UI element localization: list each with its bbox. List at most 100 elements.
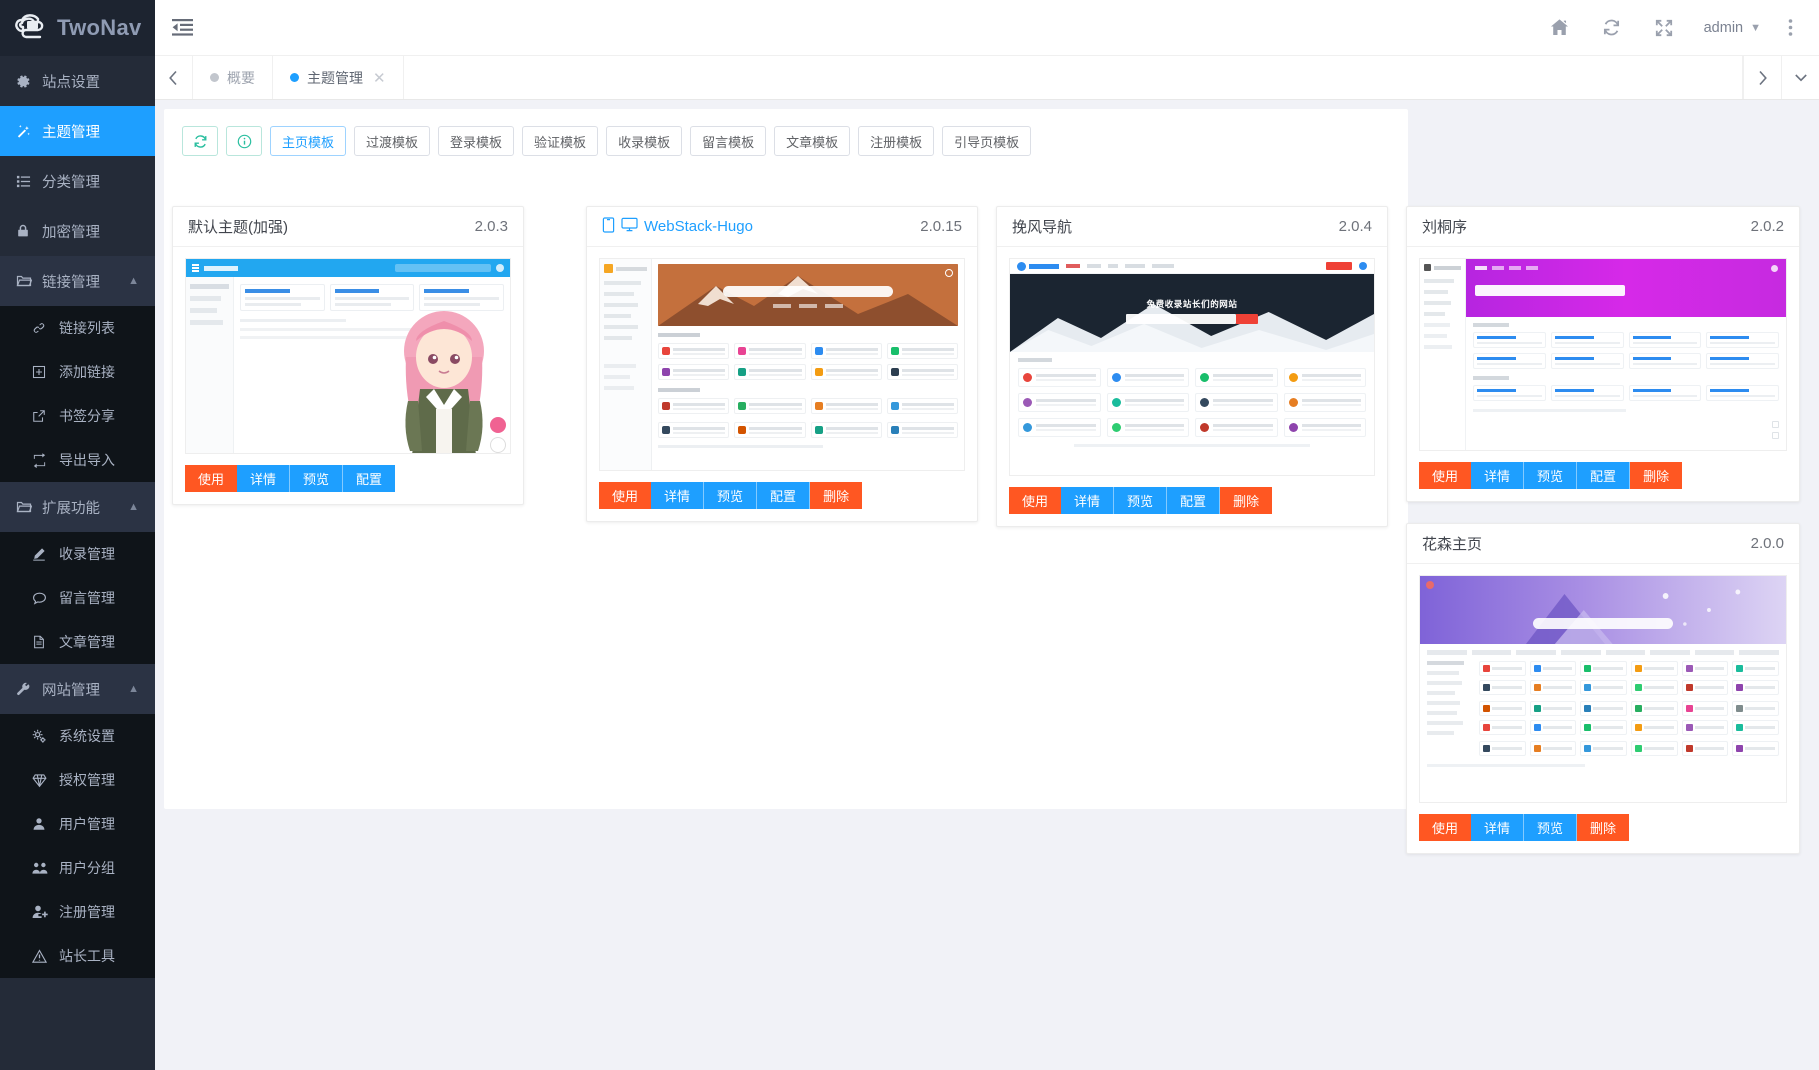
refresh-icon[interactable] <box>1586 0 1638 56</box>
theme-config-button[interactable]: 配置 <box>343 465 396 492</box>
filter-article-template[interactable]: 文章模板 <box>774 126 851 156</box>
admin-user-menu[interactable]: admin ▼ <box>1690 0 1775 56</box>
theme-use-button[interactable]: 使用 <box>185 465 238 492</box>
brand-logo-area[interactable]: TwoNav <box>0 0 155 56</box>
sidebar-item-site-settings[interactable]: 站点设置 <box>0 56 155 106</box>
theme-details-button[interactable]: 详情 <box>651 482 705 509</box>
theme-thumbnail[interactable]: 免费收录站长们的网站 <box>1009 258 1375 476</box>
theme-details-button[interactable]: 详情 <box>1471 462 1525 489</box>
sidebar-item-label: 用户管理 <box>59 816 115 832</box>
theme-delete-button[interactable]: 删除 <box>1577 814 1630 841</box>
document-icon <box>32 635 54 649</box>
filter-home-template[interactable]: 主页模板 <box>270 126 347 156</box>
close-icon[interactable]: ✕ <box>373 69 386 87</box>
tab-overview[interactable]: 概要 <box>193 56 273 99</box>
sidebar-group-extensions[interactable]: 扩展功能 ▲ <box>0 482 155 532</box>
theme-config-button[interactable]: 配置 <box>1167 487 1221 514</box>
theme-toolbar: 主页模板 过渡模板 登录模板 验证模板 收录模板 留言模板 文章模板 注册模板 … <box>164 121 1408 168</box>
theme-preview-button[interactable]: 预览 <box>1524 814 1578 841</box>
fullscreen-icon[interactable] <box>1638 0 1690 56</box>
theme-details-button[interactable]: 详情 <box>1471 814 1525 841</box>
theme-config-button[interactable]: 配置 <box>1577 462 1631 489</box>
sidebar-item-category-management[interactable]: 分类管理 <box>0 156 155 206</box>
tab-scroll-right-button[interactable] <box>1743 56 1781 99</box>
sidebar-item-encryption-management[interactable]: 加密管理 <box>0 206 155 256</box>
theme-thumbnail[interactable] <box>1419 258 1787 451</box>
theme-panel: 主页模板 过渡模板 登录模板 验证模板 收录模板 留言模板 文章模板 注册模板 … <box>164 109 1800 854</box>
theme-name-link[interactable]: WebStack-Hugo <box>602 216 753 237</box>
theme-use-button[interactable]: 使用 <box>599 482 652 509</box>
sidebar-item-webmaster-tools[interactable]: 站长工具 <box>0 934 155 978</box>
theme-delete-button[interactable]: 删除 <box>810 482 863 509</box>
tab-dropdown-button[interactable] <box>1781 56 1819 99</box>
sidebar-item-export-import[interactable]: 导出导入 <box>0 438 155 482</box>
filter-guide-template[interactable]: 引导页模板 <box>942 126 1032 156</box>
theme-config-button[interactable]: 配置 <box>757 482 811 509</box>
sidebar-item-label: 添加链接 <box>59 364 115 380</box>
theme-card-body <box>1407 564 1799 803</box>
sidebar-item-authorization-management[interactable]: 授权管理 <box>0 758 155 802</box>
theme-thumbnail[interactable] <box>599 258 965 471</box>
theme-details-button[interactable]: 详情 <box>1061 487 1115 514</box>
theme-details-button[interactable]: 详情 <box>237 465 291 492</box>
theme-use-button[interactable]: 使用 <box>1419 462 1472 489</box>
sidebar-item-user-management[interactable]: 用户管理 <box>0 802 155 846</box>
theme-card-body: 免费收录站长们的网站 <box>997 247 1387 476</box>
theme-card: 默认主题(加强) 2.0.3 使用 详情 预览 配置 <box>172 206 524 505</box>
theme-delete-button[interactable]: 删除 <box>1220 487 1273 514</box>
filter-message-template[interactable]: 留言模板 <box>690 126 767 156</box>
theme-version: 2.0.0 <box>1750 535 1784 552</box>
sidebar-group-link-management[interactable]: 链接管理 ▲ <box>0 256 155 306</box>
theme-preview-button[interactable]: 预览 <box>704 482 758 509</box>
diamond-icon <box>32 773 54 788</box>
theme-preview-button[interactable]: 预览 <box>1114 487 1168 514</box>
theme-use-button[interactable]: 使用 <box>1419 814 1472 841</box>
sidebar-group-label: 扩展功能 <box>42 500 100 517</box>
sidebar-group-website-management[interactable]: 网站管理 ▲ <box>0 664 155 714</box>
plus-square-icon <box>32 365 54 379</box>
theme-card: 挽风导航 2.0.4 免费收录站长们的网站 使用 详情 预览 配置 删除 <box>996 206 1388 527</box>
sidebar-item-registration-management[interactable]: 注册管理 <box>0 890 155 934</box>
user-icon <box>32 817 54 831</box>
sidebar-item-collection-management[interactable]: 收录管理 <box>0 532 155 576</box>
cloud-logo-icon <box>14 13 48 43</box>
theme-thumbnail[interactable] <box>185 258 511 454</box>
comment-icon <box>32 591 54 606</box>
filter-login-template[interactable]: 登录模板 <box>438 126 515 156</box>
filter-verification-template[interactable]: 验证模板 <box>522 126 599 156</box>
sidebar-item-message-management[interactable]: 留言管理 <box>0 576 155 620</box>
sidebar-group-label: 网站管理 <box>42 682 100 699</box>
toolbar-info-button[interactable] <box>226 126 262 156</box>
home-icon[interactable] <box>1534 0 1586 56</box>
toolbar-refresh-button[interactable] <box>182 126 218 156</box>
tab-status-dot <box>290 73 299 82</box>
theme-preview-button[interactable]: 预览 <box>1524 462 1578 489</box>
pencil-icon <box>32 547 54 561</box>
filter-collection-template[interactable]: 收录模板 <box>606 126 683 156</box>
theme-use-button[interactable]: 使用 <box>1009 487 1062 514</box>
filter-registration-template[interactable]: 注册模板 <box>858 126 935 156</box>
more-vertical-icon[interactable] <box>1775 0 1805 56</box>
sidebar-item-theme-management[interactable]: 主题管理 <box>0 106 155 156</box>
sidebar-item-label: 加密管理 <box>42 224 100 241</box>
exchange-icon <box>32 452 54 468</box>
sidebar-item-bookmark-share[interactable]: 书签分享 <box>0 394 155 438</box>
sidebar-item-system-settings[interactable]: 系统设置 <box>0 714 155 758</box>
indent-menu-icon[interactable] <box>155 0 209 56</box>
sidebar-item-article-management[interactable]: 文章管理 <box>0 620 155 664</box>
theme-preview-button[interactable]: 预览 <box>290 465 344 492</box>
magic-wand-icon <box>16 124 38 139</box>
sidebar-item-label: 链接列表 <box>59 320 115 336</box>
sidebar-item-label: 收录管理 <box>59 546 115 562</box>
theme-delete-button[interactable]: 删除 <box>1630 462 1683 489</box>
link-icon <box>32 321 54 335</box>
sidebar-item-link-list[interactable]: 链接列表 <box>0 306 155 350</box>
theme-thumbnail[interactable] <box>1419 575 1787 803</box>
tab-scroll-left-button[interactable] <box>155 56 193 99</box>
sidebar-item-add-link[interactable]: 添加链接 <box>0 350 155 394</box>
theme-card-header: 默认主题(加强) 2.0.3 <box>173 207 523 247</box>
brand-name: TwoNav <box>57 15 142 40</box>
sidebar-item-user-groups[interactable]: 用户分组 <box>0 846 155 890</box>
filter-transition-template[interactable]: 过渡模板 <box>354 126 431 156</box>
tab-theme-management[interactable]: 主题管理 ✕ <box>273 56 404 99</box>
